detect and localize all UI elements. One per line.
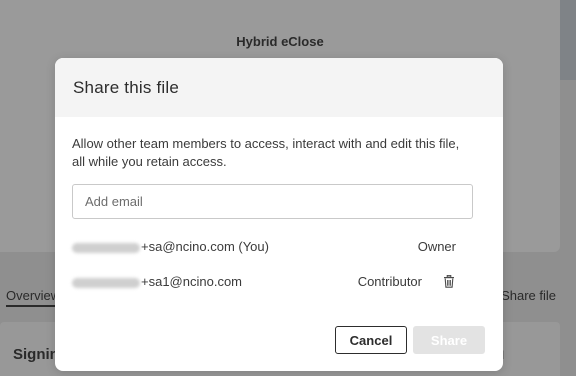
share-file-dialog: Share this file Allow other team members… xyxy=(55,58,503,371)
member-role: Owner xyxy=(417,239,456,254)
tab-share-file: Share file xyxy=(501,288,556,303)
trash-icon[interactable] xyxy=(442,275,456,289)
member-email-suffix: +sa@ncino.com (You) xyxy=(141,239,269,254)
cancel-button[interactable]: Cancel xyxy=(335,326,407,354)
background-title: Hybrid eClose xyxy=(236,34,324,49)
dialog-header: Share this file xyxy=(55,58,503,117)
add-email-input[interactable] xyxy=(72,184,473,219)
redacted-name xyxy=(72,277,140,288)
member-email-suffix: +sa1@ncino.com xyxy=(141,274,242,289)
dialog-body: Allow other team members to access, inte… xyxy=(55,117,503,299)
tab-overview: Overview xyxy=(6,288,61,307)
share-button[interactable]: Share xyxy=(413,326,485,354)
dialog-footer: Cancel Share xyxy=(55,326,503,354)
member-row: +sa@ncino.com (You) Owner xyxy=(72,229,486,264)
member-role: Contributor xyxy=(357,274,422,289)
background-sidebar-edge xyxy=(560,0,576,80)
member-row: +sa1@ncino.com Contributor xyxy=(72,264,486,299)
dialog-title: Share this file xyxy=(73,77,179,97)
member-list: +sa@ncino.com (You) Owner +sa1@ncino.com… xyxy=(72,229,486,299)
redacted-name xyxy=(72,242,140,253)
member-email: +sa@ncino.com (You) xyxy=(72,239,269,254)
member-email: +sa1@ncino.com xyxy=(72,274,242,289)
dialog-description: Allow other team members to access, inte… xyxy=(72,136,460,169)
